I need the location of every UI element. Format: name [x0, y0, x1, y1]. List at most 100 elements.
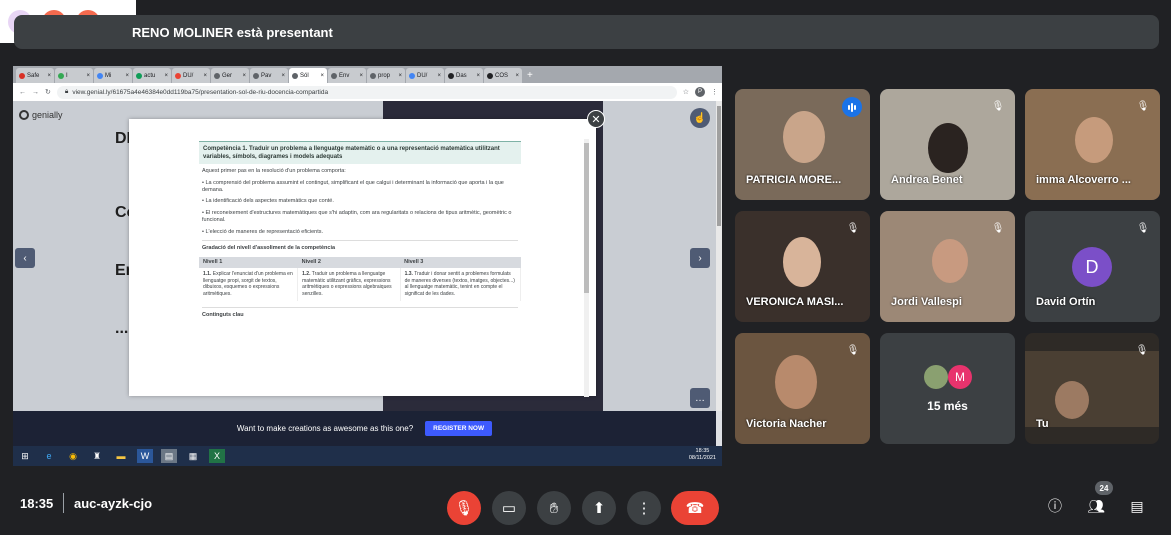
present-icon: ⬆ [592, 500, 606, 517]
chevron-right-icon: › [698, 252, 702, 264]
close-tab-icon[interactable]: × [437, 73, 441, 79]
leave-call-button[interactable]: ☎ [671, 491, 719, 525]
participant-tile[interactable]: 🎙︎ Victoria Nacher [735, 333, 870, 444]
genially-action-button[interactable]: ☝ [690, 108, 710, 128]
participant-video [932, 239, 968, 283]
participant-tile[interactable]: 🎙︎ imma Alcoverro ... [1025, 89, 1160, 200]
browser-tab[interactable]: Env × [328, 68, 366, 83]
participant-name: imma Alcoverro ... [1036, 174, 1131, 186]
microphone-toggle-button[interactable]: 🎙︎ [447, 491, 481, 525]
genially-cta-bar: Want to make creations as awesome as thi… [13, 411, 716, 446]
register-now-button[interactable]: REGISTER NOW [425, 421, 493, 436]
close-tab-icon[interactable]: × [359, 73, 363, 79]
browser-tab[interactable]: I × [55, 68, 93, 83]
browser-menu-icon[interactable]: ⋮ [711, 88, 718, 96]
excel-icon[interactable]: X [209, 449, 225, 463]
tab-label: Pav [261, 72, 272, 79]
tab-favicon-icon [97, 72, 103, 79]
windows-taskbar: ⊞ e ◉ ♜ ▬ W ▤ ▦ X 18:35 08/11/2021 [13, 446, 722, 466]
participant-video [783, 111, 825, 163]
previous-slide-button[interactable]: ‹ [15, 248, 35, 268]
participant-tile[interactable]: PATRICIA MORE... [735, 89, 870, 200]
close-tab-icon[interactable]: × [281, 73, 285, 79]
raise-hand-button[interactable]: ✋︎ [537, 491, 571, 525]
content-modal: Competència 1. Traduir un problema a lle… [129, 119, 596, 397]
people-button[interactable]: 👥︎ [1084, 494, 1108, 518]
chat-button[interactable]: ▤ [1125, 494, 1149, 518]
more-participants-tile[interactable]: M 15 més [880, 333, 1015, 444]
tab-favicon-icon [58, 72, 64, 79]
browser-tab[interactable]: prop × [367, 68, 405, 83]
next-slide-button[interactable]: › [690, 248, 710, 268]
app-window-icon[interactable]: ▤ [161, 449, 177, 463]
close-tab-icon[interactable]: × [242, 73, 246, 79]
participant-tile[interactable]: 🎙︎ VERONICA MASI... [735, 211, 870, 322]
participant-tile[interactable]: 🎙︎ Tu [1025, 333, 1159, 444]
browser-tab[interactable]: Mi × [94, 68, 132, 83]
windows-start-icon[interactable]: ⊞ [17, 449, 33, 463]
gradation-title: Gradació del nivell d'assoliment de la c… [202, 240, 518, 252]
calendar-icon[interactable]: ▦ [185, 449, 201, 463]
present-screen-button[interactable]: ⬆ [582, 491, 616, 525]
close-tab-icon[interactable]: × [515, 73, 519, 79]
browser-tab[interactable]: DU/ × [172, 68, 210, 83]
chrome-icon[interactable]: ◉ [65, 449, 81, 463]
mic-off-icon: 🎙︎ [1136, 222, 1150, 234]
word-icon[interactable]: W [137, 449, 153, 463]
more-options-button[interactable]: … [690, 388, 710, 408]
document-intro: Aquest primer pas en la resolució d'un p… [202, 168, 346, 175]
avatar: D [1072, 247, 1112, 287]
tab-label: DU/ [183, 72, 194, 79]
close-tab-icon[interactable]: × [203, 73, 207, 79]
mic-off-icon: 🎙︎ [991, 222, 1005, 234]
avatar-initial: D [1085, 256, 1099, 277]
browser-tab[interactable]: actu × [133, 68, 171, 83]
camera-toggle-button[interactable]: ▭ [492, 491, 526, 525]
browser-tab[interactable]: Das × [445, 68, 483, 83]
close-tab-icon[interactable]: × [164, 73, 168, 79]
browser-tab[interactable]: Pav × [250, 68, 288, 83]
forward-icon[interactable]: → [32, 89, 39, 96]
bookmark-star-icon[interactable]: ☆ [683, 88, 689, 96]
internet-explorer-icon[interactable]: e [41, 449, 57, 463]
close-modal-button[interactable]: ✕ [587, 110, 605, 128]
close-tab-icon[interactable]: × [398, 73, 402, 79]
cta-text: Want to make creations as awesome as thi… [236, 424, 414, 433]
document-bullet: • La identificació dels aspectes matemàt… [202, 198, 334, 205]
page-scroll-thumb[interactable] [717, 106, 721, 226]
close-tab-icon[interactable]: × [320, 73, 324, 79]
taskbar-clock[interactable]: 18:35 08/11/2021 [689, 448, 716, 461]
presenting-banner: RENO MOLINER està presentant [14, 15, 1159, 49]
close-tab-icon[interactable]: × [86, 73, 90, 79]
more-options-button[interactable]: ⋮ [627, 491, 661, 525]
url-field[interactable]: 🔒︎ view.genial.ly/61675a4e46384e0dd119ba7… [56, 85, 677, 99]
participant-tile[interactable]: D 🎙︎ David Ortín [1025, 211, 1160, 322]
lock-icon: 🔒︎ [64, 88, 69, 95]
profile-avatar[interactable]: P [695, 87, 705, 97]
browser-tab[interactable]: COS × [484, 68, 522, 83]
participant-tile[interactable]: 🎙︎ Andrea Benet [880, 89, 1015, 200]
app-icon[interactable]: ♜ [89, 449, 105, 463]
participant-tile[interactable]: 🎙︎ Jordi Vallespi [880, 211, 1015, 322]
level-header: Nivell 1 [199, 256, 298, 268]
participant-video [928, 123, 968, 173]
url-text: view.genial.ly/61675a4e46384e0dd119ba75/… [72, 88, 329, 96]
level-cell: 1.2. Traduir un problema a llenguatge ma… [297, 267, 401, 301]
modal-scroll-thumb[interactable] [584, 143, 589, 293]
new-tab-button[interactable]: + [527, 70, 533, 81]
folder-icon[interactable]: ▬ [113, 449, 129, 463]
browser-tab[interactable]: DU/ × [406, 68, 444, 83]
chat-icon: ▤ [1130, 497, 1144, 514]
browser-tab[interactable]: Sól × [289, 68, 327, 83]
back-icon[interactable]: ← [19, 89, 26, 96]
browser-tab[interactable]: Ger × [211, 68, 249, 83]
tab-favicon-icon [370, 72, 376, 79]
close-tab-icon[interactable]: × [125, 73, 129, 79]
reload-icon[interactable]: ↻ [45, 88, 51, 96]
close-tab-icon[interactable]: × [47, 73, 51, 79]
browser-tab[interactable]: Safe × [16, 68, 54, 83]
close-tab-icon[interactable]: × [476, 73, 480, 79]
hand-icon: ☝ [693, 112, 707, 124]
mic-off-icon: 🎙︎ [454, 500, 474, 517]
meeting-details-button[interactable]: ⓘ [1043, 494, 1067, 518]
